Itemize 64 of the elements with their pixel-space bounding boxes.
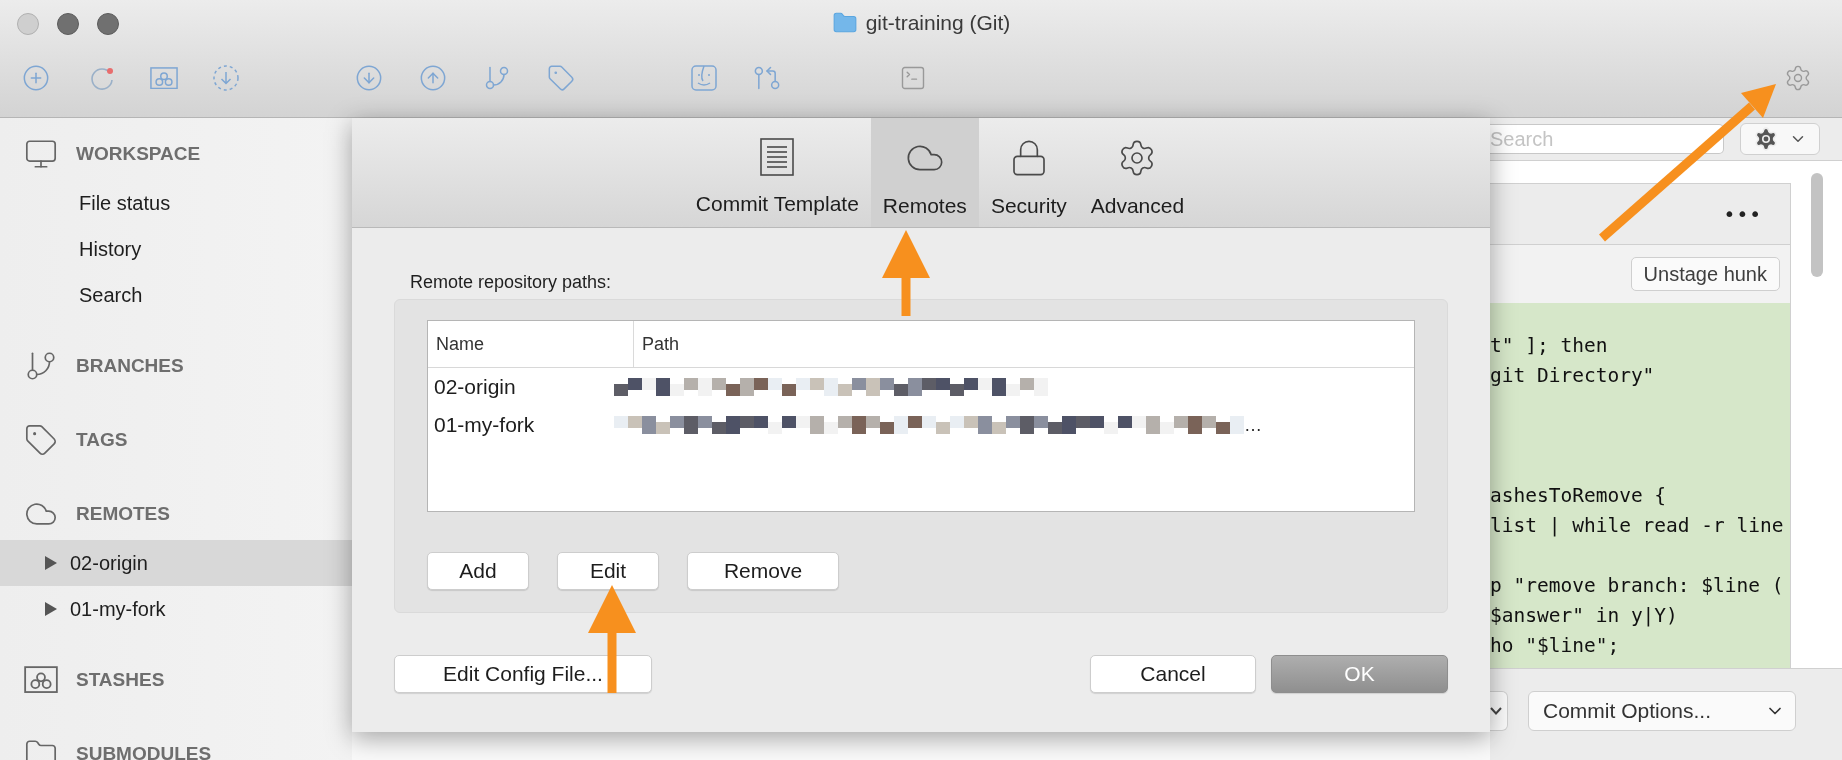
code-line: list | while read -r line (1490, 513, 1785, 539)
code-line: p "remove branch: $line ( (1490, 573, 1785, 599)
merge-icon[interactable] (753, 64, 781, 92)
settings-icon (1753, 126, 1779, 152)
remote-action-button[interactable]: Remove (687, 552, 839, 590)
dialog-tab[interactable]: Advanced (1078, 118, 1197, 227)
pull-icon[interactable] (355, 64, 383, 92)
table-cell-text: 02-origin (434, 375, 517, 399)
section-header: SUBMODULES (76, 743, 212, 760)
sidebar-item[interactable]: 02-origin (0, 540, 352, 586)
zoom-button[interactable] (97, 13, 119, 35)
document-icon (760, 138, 795, 176)
code-line: git Directory" (1490, 363, 1656, 389)
tag-icon[interactable] (547, 64, 575, 92)
minimize-button[interactable] (57, 13, 79, 35)
column-header[interactable]: Name (428, 321, 633, 367)
section-header: REMOTES (76, 503, 170, 525)
stash-icon (150, 66, 178, 90)
paths-label: Remote repository paths: (410, 272, 613, 293)
window-title: git-training (Git) (865, 11, 1011, 35)
sidebar-item[interactable]: Search (0, 272, 352, 318)
section-header: BRANCHES (76, 355, 184, 377)
terminal-icon[interactable] (899, 64, 927, 92)
section-header: STASHES (76, 669, 165, 691)
more-button[interactable]: ••• (1723, 202, 1762, 226)
code-line: ashesToRemove { (1490, 483, 1668, 509)
column-header[interactable]: Path (633, 321, 1414, 367)
sidebar-item[interactable]: 01-my-fork (0, 586, 352, 632)
code-line: $answer" in y|Y) (1490, 603, 1679, 629)
close-button[interactable] (17, 13, 39, 35)
finder-icon[interactable] (691, 65, 717, 91)
dialog-button[interactable]: Cancel (1090, 655, 1256, 693)
settings-icon[interactable] (1784, 64, 1812, 92)
code-line: t" ]; then (1490, 333, 1609, 359)
branch-icon (24, 349, 58, 383)
scrollbar-thumb[interactable] (1810, 173, 1823, 277)
branch-icon[interactable] (483, 64, 511, 92)
table-cell: … (1244, 414, 1262, 436)
unstage-hunk-button[interactable]: Unstage hunk (1630, 257, 1780, 291)
monitor-icon (24, 137, 58, 171)
table-cell-text: 01-my-fork (434, 413, 536, 437)
section-header: TAGS (76, 429, 128, 451)
tag-icon (24, 423, 58, 457)
fetch-icon[interactable] (212, 64, 240, 92)
commit-options-button[interactable]: Commit Options... (1528, 690, 1796, 731)
dropdown-button[interactable] (1490, 690, 1508, 731)
remote-action-button[interactable]: Add (427, 552, 529, 590)
sidebar-item[interactable]: File status (0, 180, 352, 226)
disclosure-triangle-icon[interactable] (44, 555, 58, 571)
disclosure-triangle-icon[interactable] (44, 601, 58, 617)
search-field[interactable]: Search (1490, 124, 1724, 154)
remote-action-button[interactable]: Edit (557, 552, 659, 590)
edit-config-button[interactable]: Edit Config File... (394, 655, 652, 693)
dialog-tab[interactable]: Remotes (870, 118, 979, 227)
settings-menu-button[interactable] (1740, 123, 1820, 155)
code-line: ho "$line"; (1490, 633, 1621, 659)
chevron-down-icon (1490, 706, 1502, 715)
push-icon[interactable] (419, 64, 447, 92)
add-icon[interactable] (22, 64, 50, 92)
stash-icon (24, 666, 58, 694)
dialog-tab[interactable]: Security (978, 118, 1079, 227)
dialog-tab[interactable]: Commit Template (683, 118, 871, 227)
section-header: WORKSPACE (76, 143, 201, 165)
sidebar-item[interactable]: History (0, 226, 352, 272)
